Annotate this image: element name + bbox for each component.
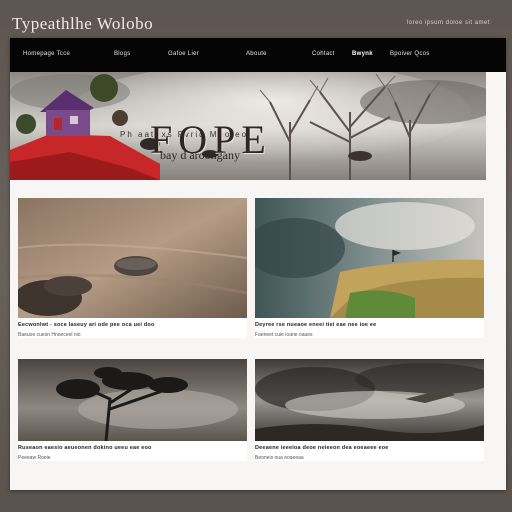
nav-item-more[interactable]: Bpoiver Qcos xyxy=(390,51,430,57)
article-caption-bar: Eecwonlwt - soce laseuy ari ode pee oca … xyxy=(18,318,247,338)
nav-item-blogs[interactable]: Blogs xyxy=(114,51,131,57)
article-meta: Peeeaw Roeie xyxy=(18,455,51,461)
nav-bar: Homepage Tcce Blogs Gafoe Lier Aboute Co… xyxy=(10,38,506,72)
site-title[interactable]: Typeathlhe Wolobo xyxy=(12,14,153,34)
article-title[interactable]: Eecwonlwt - soce laseuy ari ode pee oca … xyxy=(18,322,247,328)
article-meta: Baeuoe cuesn Hnoeceel nio xyxy=(18,332,81,338)
article-thumbnail[interactable] xyxy=(255,198,484,318)
article-card[interactable]: Eecwonlwt - soce laseuy ari ode pee oca … xyxy=(18,198,247,338)
article-thumbnail[interactable] xyxy=(255,359,484,441)
article-caption-bar: Ruseaon eaesio aeueonen dokino ueeu eae … xyxy=(18,441,247,461)
article-thumbnail[interactable] xyxy=(18,359,247,441)
nav-item-active[interactable]: Bwynk xyxy=(352,51,373,57)
nav-item-gallery[interactable]: Gafoe Lier xyxy=(168,51,199,57)
article-card[interactable]: Deyree rse nueaoe eneei tiei eae nee ioe… xyxy=(255,198,484,338)
hero-subtitle: bay d aroongany xyxy=(160,148,240,162)
article-thumbnail[interactable] xyxy=(18,198,247,318)
nav-item-about[interactable]: Aboute xyxy=(246,51,267,57)
article-caption-bar: Deyree rse nueaoe eneei tiei eae nee ioe… xyxy=(255,318,484,338)
site-tagline: loreo ipsum doloe sit amet xyxy=(406,20,490,26)
nav-item-contact[interactable]: Cohtact xyxy=(312,51,335,57)
article-title[interactable]: Ruseaon eaesio aeueonen dokino ueeu eae … xyxy=(18,445,247,451)
article-meta: Beoneis oua eoaeeaa xyxy=(255,455,304,461)
page-frame: Homepage Tcce Blogs Gafoe Lier Aboute Co… xyxy=(10,38,506,490)
article-meta: Faeneet cuie ioane oaues xyxy=(255,332,313,338)
article-card[interactable]: Deeaene ieeeioa deoe neieeon dea eoeaeee… xyxy=(255,359,484,461)
desert-image xyxy=(18,198,247,318)
article-caption-bar: Deeaene ieeeioa deoe neieeon dea eoeaeee… xyxy=(255,441,484,461)
tree-image xyxy=(18,359,247,441)
article-card[interactable]: Ruseaon eaesio aeueonen dokino ueeu eae … xyxy=(18,359,247,461)
nav-item-home[interactable]: Homepage Tcce xyxy=(23,51,70,57)
hero-banner: Ph aatnxs Fvrid Meoleoi FOPE bay d aroon… xyxy=(10,72,486,180)
article-title[interactable]: Deyree rse nueaoe eneei tiei eae nee ioe… xyxy=(255,322,484,328)
clouds-image xyxy=(255,359,484,441)
stormy-field-image xyxy=(255,198,484,318)
article-title[interactable]: Deeaene ieeeioa deoe neieeon dea eoeaeee… xyxy=(255,445,484,451)
